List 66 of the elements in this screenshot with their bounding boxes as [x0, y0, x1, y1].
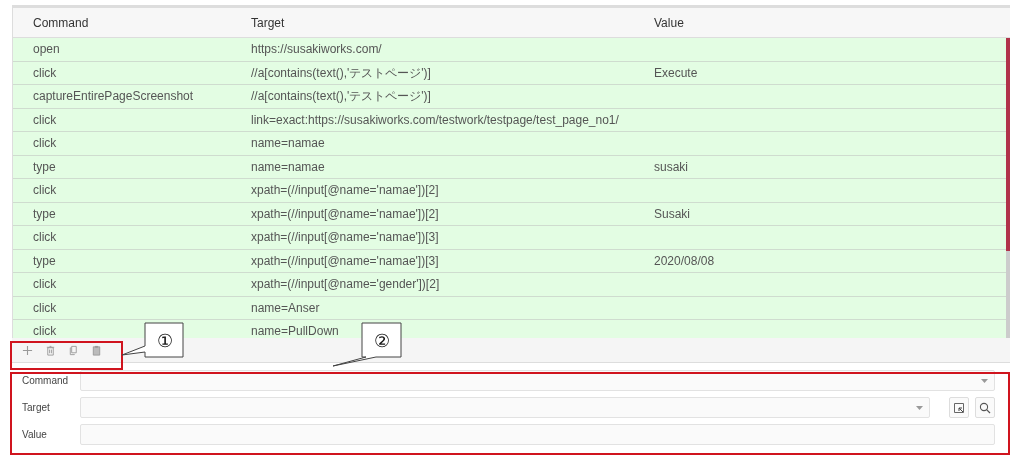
dropdown-field[interactable]: [80, 370, 995, 391]
column-header[interactable]: Target: [231, 15, 634, 30]
table-cell-text: type: [32, 159, 57, 174]
add-button[interactable]: [22, 344, 33, 356]
table-cell-text: 2020/08/08: [653, 253, 716, 268]
search-button[interactable]: [975, 397, 995, 418]
field-label: Value: [22, 429, 48, 440]
delete-button[interactable]: [45, 344, 56, 356]
table-row[interactable]: open https://susakiworks.com/: [13, 38, 1006, 62]
cursor-in-box-icon: [953, 401, 965, 414]
copy-button[interactable]: [68, 344, 79, 356]
table-cell-text: type: [32, 206, 57, 221]
table-cell-text: click: [32, 65, 58, 80]
add-icon: [22, 344, 33, 356]
field-label: Command: [22, 375, 70, 386]
text-field[interactable]: [80, 424, 995, 445]
select-target-button[interactable]: [949, 397, 969, 418]
table-cell-text: click: [32, 300, 58, 315]
column-header[interactable]: Value: [634, 15, 1010, 30]
table-cell-text: Susaki: [653, 206, 692, 221]
copy-icon: [68, 344, 79, 356]
dropdown-caret-icon: [916, 405, 923, 410]
table-row[interactable]: click xpath=(//input[@name='namae'])[2]: [13, 179, 1006, 203]
table-cell-text: click: [32, 230, 58, 245]
table-cell-text: xpath=(//input[@name='namae'])[3]: [250, 253, 440, 268]
table-row[interactable]: type xpath=(//input[@name='namae'])[3] 2020/08/08: [13, 249, 1006, 273]
table-cell-text: //a[contains(text(),'テストページ')]: [250, 89, 432, 104]
dropdown-caret-icon: [981, 378, 988, 383]
scrollbar[interactable]: [1006, 38, 1010, 338]
table-row[interactable]: click xpath=(//input[@name='gender'])[2]: [13, 273, 1006, 297]
column-header[interactable]: Command: [13, 15, 231, 30]
table-cell-text: xpath=(//input[@name='namae'])[2]: [250, 183, 440, 198]
table-cell-text: open: [32, 42, 61, 57]
table-row[interactable]: type xpath=(//input[@name='namae'])[2] Susaki: [13, 202, 1006, 226]
table-cell-text: Execute: [653, 65, 699, 80]
trash-icon: [45, 344, 56, 356]
table-cell-text: name=Anser: [250, 300, 321, 315]
table-row[interactable]: click xpath=(//input[@name='namae'])[3]: [13, 226, 1006, 250]
table-cell-text: xpath=(//input[@name='namae'])[2]: [250, 206, 440, 221]
table-cell-text: click: [32, 136, 58, 151]
table-cell-text: //a[contains(text(),'テストページ')]: [250, 65, 432, 80]
table-cell-text: xpath=(//input[@name='namae'])[3]: [250, 230, 440, 245]
table-cell-text: type: [32, 253, 57, 268]
table-cell-text: click: [32, 277, 58, 292]
table-cell-text: name=PullDown: [250, 324, 340, 338]
table-cell-text: susaki: [653, 159, 689, 174]
table-cell-text: name=namae: [250, 136, 326, 151]
table-row[interactable]: click link=exact:https://susakiworks.com/testwork/testpage/test_page_no1/: [13, 108, 1006, 132]
table-cell-text: xpath=(//input[@name='gender'])[2]: [250, 277, 441, 292]
table-row[interactable]: type name=namae susaki: [13, 155, 1006, 179]
table-cell-text: click: [32, 183, 58, 198]
paste-button[interactable]: [91, 344, 102, 356]
field-label: Target: [22, 402, 51, 413]
table-row[interactable]: click //a[contains(text(),'テストページ')] Execute: [13, 61, 1006, 85]
table-row[interactable]: click name=namae: [13, 132, 1006, 156]
table-cell-text: link=exact:https://susakiworks.com/testwork/testpage/test_page_no1/: [250, 112, 620, 127]
table-cell-text: name=namae: [250, 159, 326, 174]
table-cell-text: https://susakiworks.com/: [250, 42, 383, 57]
table-cell-text: click: [32, 324, 58, 338]
table-cell-text: captureEntirePageScreenshot: [32, 89, 195, 104]
paste-icon: [91, 344, 102, 356]
dropdown-field[interactable]: [80, 397, 930, 418]
table-cell-text: click: [32, 112, 58, 127]
table-row[interactable]: click name=Anser: [13, 296, 1006, 320]
table-row[interactable]: captureEntirePageScreenshot //a[contains(text(),'テストページ')]: [13, 85, 1006, 109]
search-icon: [979, 401, 991, 414]
